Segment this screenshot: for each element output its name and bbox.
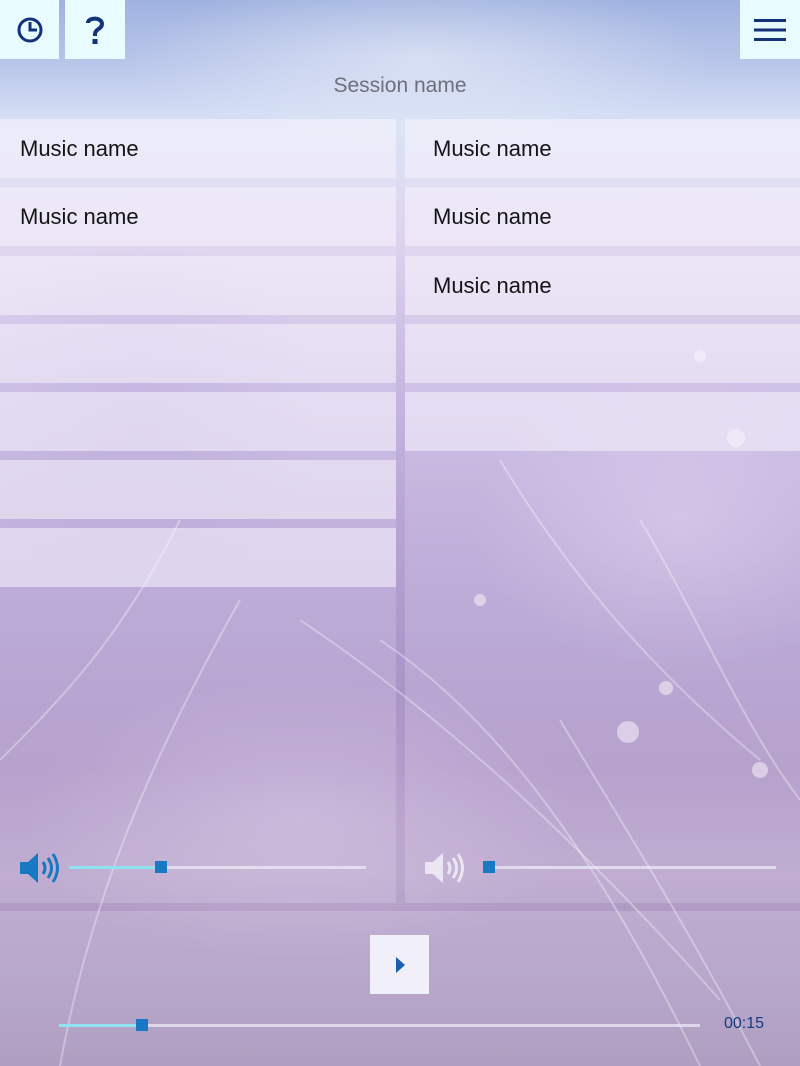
left-volume-control (18, 849, 396, 887)
left-track-slot-4[interactable] (0, 324, 396, 383)
right-track-slot-5[interactable] (405, 392, 800, 451)
right-track-slot-1[interactable]: Music name (405, 119, 800, 178)
left-volume-fill (69, 866, 162, 869)
play-button[interactable] (370, 935, 429, 994)
playback-progress-fill (59, 1024, 143, 1027)
track-name: Music name (433, 203, 552, 229)
speaker-volume-icon[interactable] (423, 851, 467, 885)
help-icon (86, 16, 105, 44)
track-name: Music name (20, 203, 139, 229)
left-track-slot-1[interactable]: Music name (0, 119, 396, 178)
menu-button[interactable] (740, 0, 800, 59)
speaker-volume-icon[interactable] (18, 851, 62, 885)
right-track-slot-2[interactable]: Music name (405, 187, 800, 246)
clock-icon (17, 17, 42, 42)
elapsed-time: 00:15 (724, 1015, 765, 1032)
session-title: Session name (333, 74, 467, 97)
play-icon (395, 956, 405, 973)
right-volume-knob[interactable] (482, 861, 495, 873)
left-volume-knob[interactable] (155, 861, 168, 873)
left-track-slot-3[interactable] (0, 256, 396, 315)
left-volume-slider[interactable] (69, 861, 366, 873)
playback-progress-knob[interactable] (136, 1019, 149, 1031)
player-controls: 00:15 (0, 911, 800, 1066)
right-playlist-panel: Music name Music name Music name (405, 119, 800, 903)
track-name: Music name (433, 272, 552, 298)
right-volume-control (423, 849, 800, 887)
clock-button[interactable] (0, 0, 59, 59)
help-button[interactable] (65, 0, 125, 59)
track-name: Music name (433, 135, 552, 161)
left-track-slot-2[interactable]: Music name (0, 187, 396, 246)
left-track-slot-7[interactable] (0, 528, 396, 587)
right-volume-slider[interactable] (482, 861, 776, 873)
hamburger-menu-icon (754, 18, 786, 41)
right-track-slot-4[interactable] (405, 324, 800, 383)
left-track-slot-5[interactable] (0, 392, 396, 451)
left-playlist-panel: Music name Music name (0, 119, 396, 903)
left-track-slot-6[interactable] (0, 460, 396, 519)
playback-progress-bar[interactable] (59, 1019, 700, 1031)
right-track-slot-3[interactable]: Music name (405, 256, 800, 315)
track-name: Music name (20, 135, 139, 161)
